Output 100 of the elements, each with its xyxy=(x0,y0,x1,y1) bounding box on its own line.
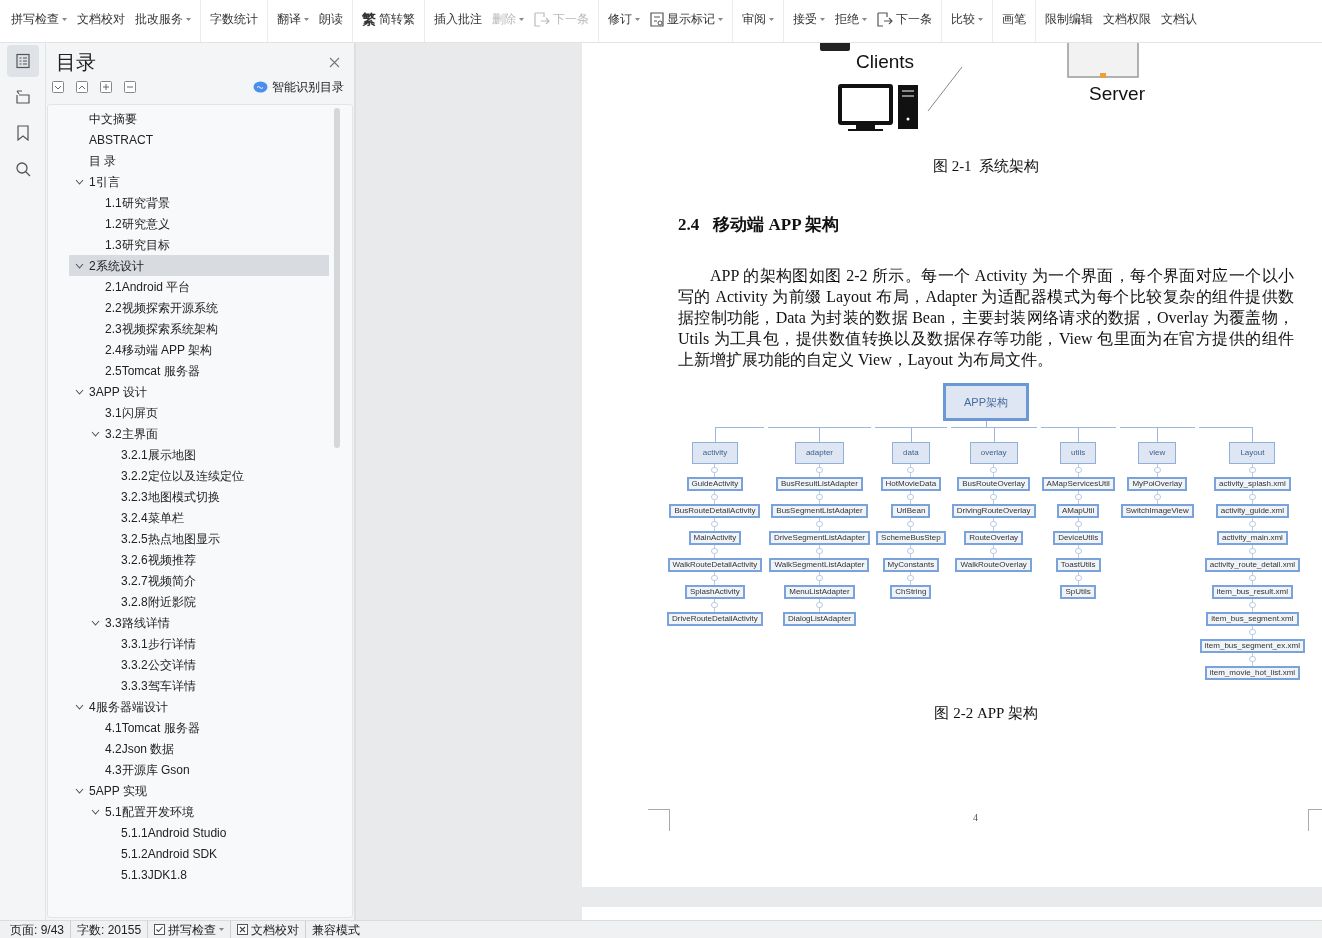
diagram-node: MyConstants xyxy=(882,558,940,572)
toolbar-button[interactable]: 审阅 xyxy=(742,10,774,28)
diagram-node: DeviceUtils xyxy=(1053,531,1104,545)
toolbar-button[interactable]: 文档校对 xyxy=(77,10,125,28)
diagram-node: MainActivity xyxy=(688,531,742,545)
toc-item[interactable]: 3.2.6视频推荐 xyxy=(69,549,329,570)
caret-icon xyxy=(186,17,191,21)
collapse-icon xyxy=(815,547,823,554)
toc-item[interactable]: 2.1Android 平台 xyxy=(69,276,329,297)
collapse-icon xyxy=(1248,574,1256,581)
toc-item-label: 4服务器端设计 xyxy=(89,698,168,716)
sidebar-tab[interactable] xyxy=(6,45,39,77)
collapse-icon xyxy=(907,574,915,581)
collapse-icon xyxy=(1248,655,1256,662)
caret-icon xyxy=(978,17,983,21)
chevron-icon[interactable] xyxy=(74,388,84,395)
close-icon[interactable] xyxy=(329,56,340,68)
page-number: 4 xyxy=(973,811,978,825)
toc-item[interactable]: 4.1Tomcat 服务器 xyxy=(69,717,329,738)
toc-item[interactable]: 3.2.2定位以及连续定位 xyxy=(69,465,329,486)
toc-item[interactable]: 3.2.8附近影院 xyxy=(69,591,329,612)
toolbar-button[interactable]: 翻译 xyxy=(277,10,309,28)
status-toggle[interactable]: 拼写检查 xyxy=(154,920,225,938)
chevron-icon[interactable] xyxy=(90,430,100,437)
toolbar-button[interactable]: 画笔 xyxy=(1002,10,1026,28)
expand-button[interactable] xyxy=(100,81,112,93)
toc-item[interactable]: 中文摘要 xyxy=(69,108,329,129)
chevron-icon[interactable] xyxy=(74,703,84,710)
toc-item-label: 3.3.2公交详情 xyxy=(121,656,196,674)
toc-item[interactable]: 3.2主界面 xyxy=(69,423,329,444)
chevron-icon[interactable] xyxy=(74,178,84,185)
toolbar-button[interactable]: 文档认 xyxy=(1161,10,1197,28)
collapse-icon xyxy=(907,493,915,500)
toc-item[interactable]: 3.3路线详情 xyxy=(69,612,329,633)
traditional-chinese-icon: 繁 xyxy=(362,8,376,30)
collapse-up-button[interactable] xyxy=(76,81,88,93)
toolbar-button[interactable]: 繁 简转繁 xyxy=(362,8,415,30)
toc-item[interactable]: 3APP 设计 xyxy=(69,381,329,402)
chevron-icon[interactable] xyxy=(90,619,100,626)
toc-item-label: 3.1闪屏页 xyxy=(105,404,158,422)
status-toggle[interactable]: 文档校对 xyxy=(237,920,300,938)
toolbar-button[interactable]: 批改服务 xyxy=(135,10,191,28)
diagram-node: HotMovieData xyxy=(880,477,942,491)
diagram-node: activity_main.xml xyxy=(1216,531,1288,545)
collapse-button[interactable] xyxy=(124,81,136,93)
toc-item[interactable]: ABSTRACT xyxy=(69,129,329,150)
chevron-icon[interactable] xyxy=(74,262,84,269)
toc-item[interactable]: 2系统设计 xyxy=(69,255,329,276)
figure-caption: 图 2-2 APP 架构 xyxy=(934,704,1038,723)
toc-item-label: 3.2.6视频推荐 xyxy=(121,551,196,569)
toc-item[interactable]: 5.1.1Android Studio xyxy=(69,822,329,843)
toolbar-button[interactable]: 限制编辑 xyxy=(1045,10,1093,28)
toolbar-button[interactable]: 朗读 xyxy=(319,10,343,28)
toolbar-button[interactable]: 修订 xyxy=(608,10,640,28)
toolbar-button[interactable]: 拼写检查 xyxy=(11,10,67,28)
toc-item[interactable]: 4.3开源库 Gson xyxy=(69,759,329,780)
diagram-node: SchemeBusStep xyxy=(876,531,946,545)
toolbar-button[interactable]: 下一条 xyxy=(877,10,932,28)
toc-item[interactable]: 5.1.2Android SDK xyxy=(69,843,329,864)
toc-item[interactable]: 3.2.7视频简介 xyxy=(69,570,329,591)
toc-item[interactable]: 1.2研究意义 xyxy=(69,213,329,234)
scrollbar[interactable] xyxy=(334,108,340,448)
caret-icon xyxy=(769,17,774,21)
toc-item[interactable]: 3.2.3地图模式切换 xyxy=(69,486,329,507)
toc-item[interactable]: 2.3视频探索系统架构 xyxy=(69,318,329,339)
toolbar-button[interactable]: 显示标记 xyxy=(650,10,723,28)
toc-item[interactable]: 目 录 xyxy=(69,150,329,171)
toolbar-button[interactable]: 文档权限 xyxy=(1103,10,1151,28)
toc-item[interactable]: 5.1.3JDK1.8 xyxy=(69,864,329,885)
toc-item[interactable]: 1引言 xyxy=(69,171,329,192)
toc-item[interactable]: 1.3研究目标 xyxy=(69,234,329,255)
toc-item[interactable]: 5APP 实现 xyxy=(69,780,329,801)
toc-item-label: 3.2.5热点地图显示 xyxy=(121,530,220,548)
toc-item[interactable]: 2.4移动端 APP 架构 xyxy=(69,339,329,360)
toc-item[interactable]: 3.3.2公交详情 xyxy=(69,654,329,675)
chevron-icon[interactable] xyxy=(90,808,100,815)
toolbar-button[interactable]: 接受 xyxy=(793,10,825,28)
toolbar-button[interactable]: 插入批注 xyxy=(434,10,482,28)
toc-item[interactable]: 1.1研究背景 xyxy=(69,192,329,213)
collapse-icon xyxy=(1074,520,1082,527)
chevron-icon[interactable] xyxy=(74,787,84,794)
toc-item[interactable]: 4服务器端设计 xyxy=(69,696,329,717)
smart-toc-button[interactable]: 智能识别目录 xyxy=(253,78,344,96)
toc-item[interactable]: 3.3.3驾车详情 xyxy=(69,675,329,696)
toc-item[interactable]: 3.2.1展示地图 xyxy=(69,444,329,465)
toc-item[interactable]: 3.2.4菜单栏 xyxy=(69,507,329,528)
toolbar-button[interactable]: 比较 xyxy=(951,10,983,28)
diagram-node: WalkSegmentListAdapter xyxy=(769,558,870,572)
toc-item[interactable]: 2.2视频探索开源系统 xyxy=(69,297,329,318)
toolbar-button[interactable]: 字数统计 xyxy=(210,10,258,28)
toc-item[interactable]: 5.1配置开发环境 xyxy=(69,801,329,822)
toc-item[interactable]: 3.3.1步行详情 xyxy=(69,633,329,654)
toolbar-button[interactable]: 拒绝 xyxy=(835,10,867,28)
toc-item[interactable]: 4.2Json 数据 xyxy=(69,738,329,759)
collapse-down-button[interactable] xyxy=(52,81,64,93)
toc-item[interactable]: 2.5Tomcat 服务器 xyxy=(69,360,329,381)
toc-item[interactable]: 3.2.5热点地图显示 xyxy=(69,528,329,549)
crop-mark xyxy=(1308,809,1322,831)
toc-item[interactable]: 3.1闪屏页 xyxy=(69,402,329,423)
toc-item-label: ABSTRACT xyxy=(89,131,153,149)
